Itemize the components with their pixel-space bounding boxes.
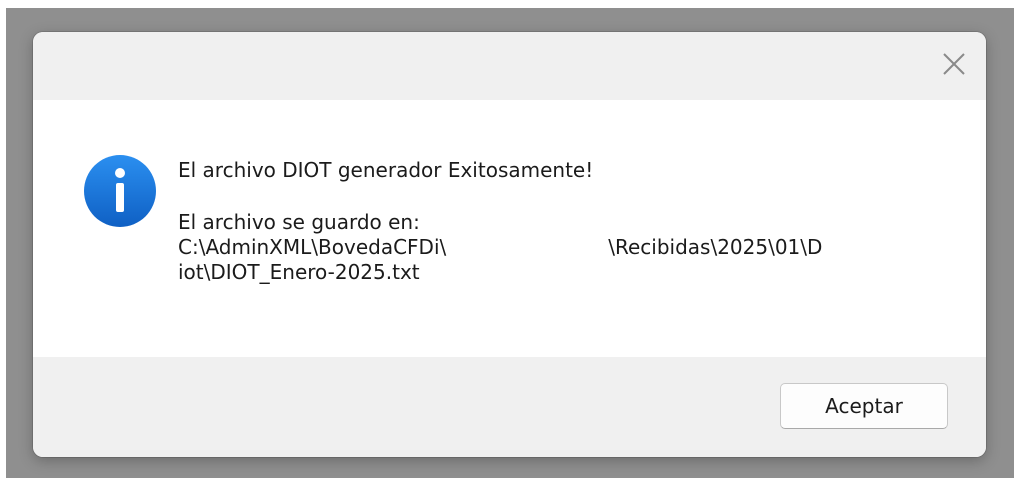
close-icon xyxy=(943,53,965,75)
info-icon xyxy=(84,155,156,227)
dialog-content: El archivo DIOT generador Exitosamente! … xyxy=(33,100,986,357)
message-line-saved-label: El archivo se guardo en: xyxy=(178,210,420,234)
message-text: El archivo DIOT generador Exitosamente! … xyxy=(178,158,968,285)
saved-path-line-2: iot\DIOT_Enero-2025.txt xyxy=(178,260,420,284)
close-button[interactable] xyxy=(936,46,972,82)
accept-button[interactable]: Aceptar xyxy=(780,383,948,429)
dialog-footer: Aceptar xyxy=(33,357,986,457)
dialog-titlebar xyxy=(33,32,986,100)
message-dialog: El archivo DIOT generador Exitosamente! … xyxy=(33,32,986,457)
saved-path-end: \Recibidas\2025\01\D xyxy=(608,235,823,259)
message-line-success: El archivo DIOT generador Exitosamente! xyxy=(178,158,594,182)
saved-path-line-1: C:\AdminXML\BovedaCFDi\ \Recibidas\2025\0… xyxy=(178,235,968,260)
saved-path-start: C:\AdminXML\BovedaCFDi\ xyxy=(178,235,447,259)
